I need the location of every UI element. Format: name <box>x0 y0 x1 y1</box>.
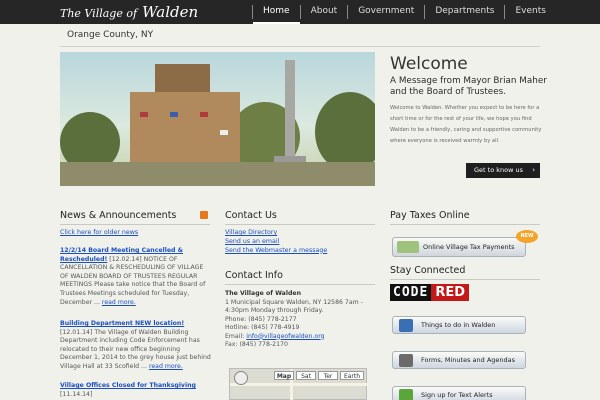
bunting <box>170 112 178 117</box>
site-logo[interactable]: The Village of Walden <box>60 2 198 21</box>
hero-monument <box>285 60 295 160</box>
contact-title: Contact Us <box>225 210 277 221</box>
tax-payment-button[interactable]: Online Village Tax Payments <box>392 237 526 257</box>
bunting <box>140 112 148 117</box>
map-road <box>230 383 368 386</box>
codered-red: RED <box>431 284 469 301</box>
fax: Fax: (845) 778-2170 <box>225 341 288 348</box>
map-tab-ter[interactable]: Ter <box>318 371 338 380</box>
calendar-icon <box>399 319 413 332</box>
news-item-title[interactable]: Building Department NEW location! <box>60 320 184 327</box>
get-to-know-us-button[interactable]: Get to know us › <box>466 163 540 178</box>
webmaster-message-link[interactable]: Send the Webmaster a message <box>225 247 327 256</box>
phone: Phone: (845) 778-2177 <box>225 315 297 323</box>
hero-ground <box>60 162 375 186</box>
map-tab-map[interactable]: Map <box>274 371 294 380</box>
nav-government[interactable]: Government <box>348 0 424 24</box>
main-nav: Home About Government Departments Events <box>252 0 556 24</box>
top-bar: The Village of Walden Home About Governm… <box>0 0 600 24</box>
news-item: Building Department NEW location! [12.01… <box>60 320 212 372</box>
read-more-link[interactable]: read more. <box>149 363 183 370</box>
bunting <box>220 130 228 135</box>
news-item-title[interactable]: Village Offices Closed for Thanksgiving <box>60 382 196 389</box>
village-directory-link[interactable]: Village Directory <box>225 229 327 238</box>
nav-about[interactable]: About <box>301 0 348 24</box>
things-to-do-label: Things to do in Walden <box>421 321 496 329</box>
news-title: News & Announcements <box>60 210 177 221</box>
nav-home[interactable]: Home <box>253 0 300 24</box>
pay-taxes-title: Pay Taxes Online <box>390 210 470 221</box>
mayor-message-title: A Message from Mayor Brian Maher and the… <box>390 76 547 97</box>
tax-payment-label: Online Village Tax Payments <box>423 243 515 251</box>
address: 1 Municipal Square Walden, NY 12586 7am … <box>225 298 363 315</box>
new-badge: NEW <box>516 230 538 243</box>
email-link[interactable]: info@villageofwalden.org <box>246 333 324 340</box>
get-to-know-us-label: Get to know us <box>474 166 523 174</box>
map-tab-earth[interactable]: Earth <box>340 371 364 380</box>
rss-icon[interactable] <box>200 211 208 219</box>
read-more-link[interactable]: read more. <box>102 299 136 306</box>
news-item-date: [11.14.14] <box>60 390 93 398</box>
contact-links: Village Directory Send us an email Send … <box>225 229 327 255</box>
divider <box>60 224 210 225</box>
welcome-intro: Welcome to Walden. Whether you expect to… <box>390 105 542 144</box>
text-alerts-label: Sign up for Text Alerts <box>421 391 493 399</box>
older-news-link[interactable]: Click here for older news <box>60 229 138 236</box>
welcome-heading: Welcome <box>390 54 468 74</box>
bunting <box>200 112 208 117</box>
news-item: 12/2/14 Board Meeting Cancelled & Resche… <box>60 247 212 307</box>
logo-name: Walden <box>142 3 199 21</box>
text-alerts-button[interactable]: Sign up for Text Alerts <box>392 386 526 400</box>
email-label: Email: <box>225 332 245 340</box>
email-us-link[interactable]: Send us an email <box>225 238 327 247</box>
logo-prefix: The Village of <box>60 7 138 20</box>
contact-info: The Village of Walden 1 Municipal Square… <box>225 290 375 350</box>
map-tab-sat[interactable]: Sat <box>296 371 316 380</box>
money-icon <box>397 241 419 253</box>
location-map[interactable]: Map Sat Ter Earth <box>229 368 368 400</box>
nav-departments[interactable]: Departments <box>425 0 504 24</box>
things-to-do-button[interactable]: Things to do in Walden <box>392 316 526 334</box>
nav-events[interactable]: Events <box>505 0 555 24</box>
news-item-date: [12.01.14] <box>60 328 93 336</box>
divider <box>225 284 375 285</box>
sms-icon <box>399 389 413 400</box>
codered-logo[interactable]: CODE RED <box>390 284 526 301</box>
news-item: Village Offices Closed for Thanksgiving … <box>60 382 212 399</box>
divider <box>60 46 540 47</box>
divider <box>390 224 540 225</box>
hotline: Hotline: (845) 778-4919 <box>225 324 300 331</box>
news-item-date: [12.02.14] <box>109 255 142 263</box>
contact-info-title: Contact Info <box>225 270 283 281</box>
hero-image <box>60 52 375 186</box>
map-pan-control[interactable] <box>234 371 248 385</box>
org-name: The Village of Walden <box>225 290 302 297</box>
location-label: Orange County, NY <box>67 30 154 40</box>
stay-connected-title: Stay Connected <box>390 265 466 276</box>
divider <box>390 279 540 280</box>
divider <box>225 224 375 225</box>
forms-minutes-button[interactable]: Forms, Minutes and Agendas <box>392 351 526 369</box>
chevron-right-icon: › <box>532 166 535 174</box>
forms-minutes-label: Forms, Minutes and Agendas <box>421 356 516 364</box>
pen-icon <box>399 354 413 367</box>
codered-code: CODE <box>390 284 432 301</box>
